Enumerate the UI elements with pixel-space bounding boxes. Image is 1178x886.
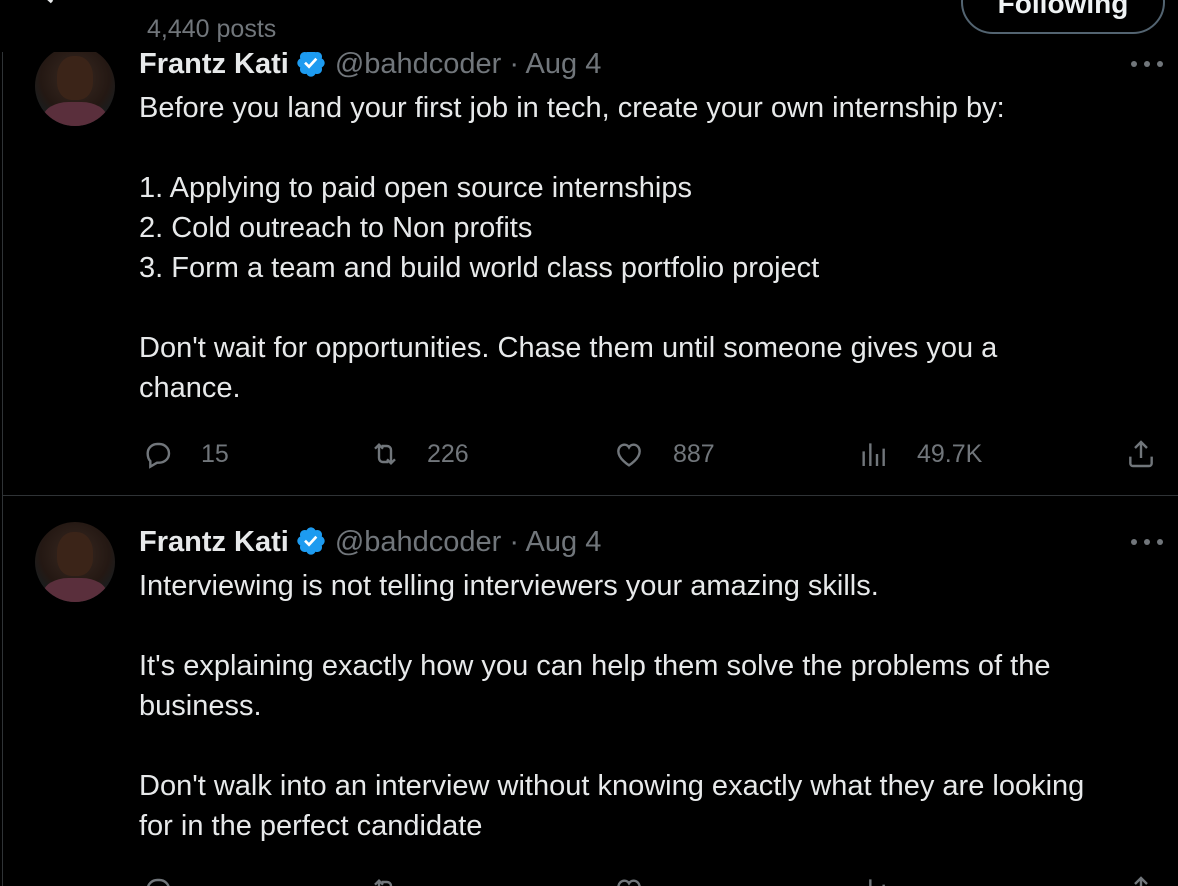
reply-icon	[147, 878, 170, 886]
like-count: 887	[673, 440, 715, 468]
following-button[interactable]: Following	[961, 0, 1165, 34]
tweet-text-line: 3. Form a team and build world class por…	[139, 252, 820, 284]
timestamp[interactable]: Aug 4	[526, 48, 602, 80]
tweet-text-line	[139, 128, 1169, 168]
display-name[interactable]: Frantz Kati	[139, 526, 289, 558]
avatar-face	[57, 532, 93, 576]
display-name[interactable]: Frantz Kati	[139, 48, 289, 80]
avatar-shirt	[43, 102, 107, 126]
profile-header: 4,440 posts Following	[0, 0, 1178, 52]
more-icon[interactable]	[1131, 54, 1165, 74]
tweet[interactable]: Frantz Kati @bahdcoder · Aug 4 Before you…	[3, 40, 1178, 495]
avatar[interactable]	[35, 522, 115, 602]
repost-icon	[374, 878, 393, 886]
tweet-text: Interviewing is not telling interviewers…	[139, 566, 1169, 846]
tweet-text-line: Don't walk into an interview without kno…	[139, 770, 1085, 802]
tweet-actions	[139, 870, 1169, 886]
timeline: Frantz Kati @bahdcoder · Aug 4 Before you…	[0, 0, 1178, 886]
posts-count: 4,440 posts	[147, 15, 277, 43]
tweet[interactable]: Frantz Kati @bahdcoder · Aug 4 Interviewi…	[3, 496, 1178, 886]
tweet-text-line: chance.	[139, 372, 241, 404]
handle[interactable]: @bahdcoder	[335, 526, 502, 558]
separator: ·	[509, 526, 520, 558]
tweet-text-line: business.	[139, 690, 262, 722]
tweet-text-line: Don't wait for opportunities. Chase them…	[139, 332, 998, 364]
more-icon[interactable]	[1131, 532, 1165, 552]
tweet-text-line	[139, 606, 1169, 646]
tweet-text-line: 2. Cold outreach to Non profits	[139, 212, 533, 244]
tweet-text-line: Before you land your first job in tech, …	[139, 92, 1005, 124]
avatar-shirt	[43, 578, 107, 602]
tweet-actions: 15 226 887 49.7K	[139, 434, 1169, 474]
views-icon	[869, 879, 885, 886]
tweet-text-line	[139, 726, 1169, 766]
like-icon	[617, 879, 641, 886]
repost-icon	[374, 442, 396, 466]
tweet-text-line: 1. Applying to paid open source internsh…	[139, 172, 692, 204]
avatar-face	[57, 56, 93, 100]
like-icon	[617, 443, 641, 467]
verified-badge-icon[interactable]	[295, 525, 327, 557]
views-icon	[862, 443, 885, 466]
tweet-header: Frantz Kati @bahdcoder · Aug 4	[139, 524, 601, 560]
separator: ·	[509, 48, 520, 80]
view-count: 49.7K	[917, 440, 983, 468]
reply-count: 15	[201, 440, 229, 468]
reply-icon	[146, 442, 171, 469]
tweet-text-line: for in the perfect candidate	[139, 810, 483, 842]
back-arrow-icon[interactable]	[36, 0, 76, 14]
timestamp[interactable]: Aug 4	[526, 526, 602, 558]
tweet-text-line: It's explaining exactly how you can help…	[139, 650, 1051, 682]
share-icon	[1134, 876, 1148, 886]
share-icon	[1129, 440, 1153, 468]
repost-count: 226	[427, 440, 469, 468]
handle[interactable]: @bahdcoder	[335, 48, 502, 80]
avatar[interactable]	[35, 46, 115, 126]
tweet-text-line: Interviewing is not telling interviewers…	[139, 570, 879, 602]
tweet-text-line	[139, 288, 1169, 328]
tweet-text: Before you land your first job in tech, …	[139, 88, 1169, 408]
